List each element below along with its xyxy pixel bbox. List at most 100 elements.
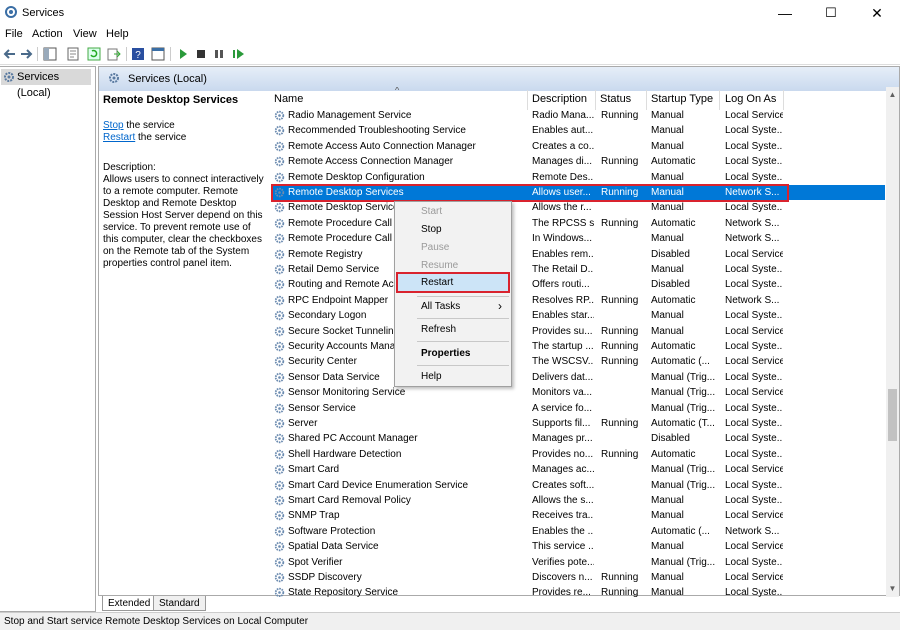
vertical-scrollbar[interactable]: ▲ ▼ [886, 87, 899, 597]
tab-extended[interactable]: Extended [102, 596, 157, 611]
table-row[interactable]: SSDP Discovery Discovers n... Running Manua… [271, 570, 885, 585]
properties-sheet-icon[interactable] [65, 46, 81, 62]
column-separator[interactable] [646, 90, 647, 110]
table-row[interactable]: Sensor Data Service Delivers dat... Manual… [271, 370, 885, 385]
menu-item-help[interactable]: Help [421, 371, 442, 382]
table-row[interactable]: Secure Socket Tunneling Provides su... Run… [271, 324, 885, 339]
column-header-log-on-as[interactable]: Log On As [725, 93, 776, 109]
gear-icon [274, 156, 285, 167]
gear-icon [274, 280, 285, 290]
table-row[interactable]: Server Supports fil... Running Automatic (T… [271, 416, 885, 431]
table-row[interactable]: Radio Management Service Radio Mana... Run… [271, 108, 885, 123]
column-header-description[interactable]: Description [532, 93, 587, 109]
submenu-arrow-icon: › [498, 299, 502, 313]
close-button[interactable]: ✕ [854, 0, 900, 26]
table-row[interactable]: Shared PC Account Manager Manages pr... Di… [271, 431, 885, 446]
column-separator[interactable] [595, 90, 596, 110]
stop-service-icon[interactable] [193, 46, 209, 62]
menu-view[interactable]: View [73, 28, 97, 40]
menu-item-refresh[interactable]: Refresh [421, 324, 456, 335]
service-status: Running [601, 356, 639, 368]
table-row[interactable]: Smart Card Manages ac... Manual (Trig... Lo… [271, 462, 885, 477]
refresh-icon[interactable] [86, 46, 102, 62]
tab-standard[interactable]: Standard [153, 596, 206, 611]
menu-item-stop[interactable]: Stop [421, 224, 442, 235]
scrollbar-thumb[interactable] [888, 389, 897, 441]
menu-action[interactable]: Action [32, 28, 63, 40]
menu-item-properties[interactable]: Properties [421, 348, 470, 359]
column-separator[interactable] [719, 90, 720, 110]
status-text: Stop and Start service Remote Desktop Se… [4, 616, 309, 627]
column-separator[interactable] [783, 90, 784, 110]
menu-help[interactable]: Help [106, 28, 129, 40]
service-status: Running [601, 418, 639, 429]
table-row[interactable]: Shell Hardware Detection Provides no... Ru… [271, 447, 885, 462]
gear-icon [274, 480, 285, 490]
menu-item-start: Start [421, 206, 443, 217]
service-name: Spatial Data Service [288, 541, 379, 553]
service-startup-type: Manual [651, 495, 684, 506]
table-row[interactable]: Spot Verifier Verifies pote... Manual (Tri… [271, 555, 885, 570]
table-row[interactable]: Smart Card Removal Policy Allows the s...… [271, 493, 885, 508]
service-startup-type: Manual (Trig... [651, 556, 716, 568]
help-icon[interactable]: ? [130, 46, 146, 62]
table-row[interactable]: Remote Access Auto Connection Manager Cre… [271, 139, 885, 154]
service-startup-type: Manual [651, 541, 684, 553]
service-status: Running [601, 325, 639, 337]
table-row[interactable]: SNMP Trap Receives tra... Manual Local Serv… [271, 508, 885, 523]
start-service-icon[interactable] [175, 46, 191, 62]
gear-icon [274, 326, 285, 336]
table-row[interactable]: Remote Procedure Call (I In Windows... Man… [271, 231, 885, 246]
column-header-status[interactable]: Status [600, 93, 631, 109]
table-row[interactable]: Remote Registry Enables rem... Disabled Loc… [271, 247, 885, 262]
table-row[interactable]: Remote Procedure Call (The RPCSS s...Run… [271, 216, 885, 231]
table-row[interactable]: Security Accounts Manag The startup ... Ru… [271, 339, 885, 354]
service-startup-type: Manual (Trig... [651, 464, 716, 476]
table-row[interactable]: Secondary Logon Enables star... Manual Loca… [271, 308, 885, 323]
scroll-down-arrow-icon[interactable]: ▼ [888, 584, 897, 593]
table-row[interactable]: Sensor Service A service fo... Manual (Tri… [271, 401, 885, 416]
column-header-startup-type[interactable]: Startup Type [651, 93, 713, 109]
table-row[interactable]: RPC Endpoint Mapper Resolves RP... Running… [271, 293, 885, 308]
table-row[interactable]: Smart Card Device Enumeration Service Cre… [271, 478, 885, 493]
table-row[interactable]: Remote Access Connection Manager Manages … [271, 154, 885, 169]
gear-icon [274, 449, 285, 459]
menu-item-all-tasks[interactable]: All Tasks [421, 301, 460, 312]
stop-service-link[interactable]: Stop [103, 120, 124, 131]
toolbar-separator [170, 47, 171, 61]
menu-file[interactable]: File [5, 28, 23, 40]
export-list-icon[interactable] [106, 46, 122, 62]
forward-arrow-icon[interactable] [18, 46, 34, 62]
service-description: Provides su... [532, 325, 593, 337]
menu-item-restart[interactable]: Restart [421, 277, 453, 288]
gear-icon [274, 541, 285, 552]
table-row[interactable]: Routing and Remote Acc Offers routi... Dis… [271, 277, 885, 292]
table-row[interactable]: Remote Desktop Services Allows the r... Ma… [271, 200, 885, 215]
service-logon: Local Service [725, 572, 783, 583]
service-logon: Local Syste... [725, 495, 783, 506]
table-row[interactable]: Security Center The WSCSV... Running Automa… [271, 354, 885, 369]
table-row[interactable]: Remote Desktop Configuration Remote Des..… [271, 170, 885, 185]
console-icon[interactable] [150, 46, 166, 62]
minimize-button[interactable]: — [762, 0, 808, 26]
service-startup-type: Manual [651, 310, 684, 322]
service-name: SNMP Trap [288, 510, 340, 522]
table-row[interactable]: Software Protection Enables the ... Automa… [271, 524, 885, 539]
scroll-up-arrow-icon[interactable]: ▲ [888, 90, 897, 99]
table-row[interactable]: Recommended Troubleshooting Service Enabl… [271, 123, 885, 138]
restart-service-link[interactable]: Restart [103, 132, 135, 143]
back-arrow-icon[interactable] [2, 46, 18, 62]
service-logon: Local Syste... [725, 156, 783, 168]
pause-service-icon[interactable] [211, 46, 227, 62]
stop-line: Stop the service [103, 120, 267, 132]
table-row[interactable]: Sensor Monitoring Service Monitors va... M… [271, 385, 885, 400]
gear-icon [4, 72, 14, 82]
restart-service-icon[interactable] [230, 46, 246, 62]
table-row[interactable]: Spatial Data Service This service ... Manu… [271, 539, 885, 554]
column-header-name[interactable]: Name [274, 93, 303, 109]
tree-item-services-local[interactable]: Services (Local) [1, 69, 91, 99]
column-separator[interactable] [527, 90, 528, 110]
maximize-button[interactable]: ☐ [808, 0, 854, 26]
table-row[interactable]: Retail Demo Service The Retail D... Manual… [271, 262, 885, 277]
show-hide-tree-icon[interactable] [42, 46, 58, 62]
